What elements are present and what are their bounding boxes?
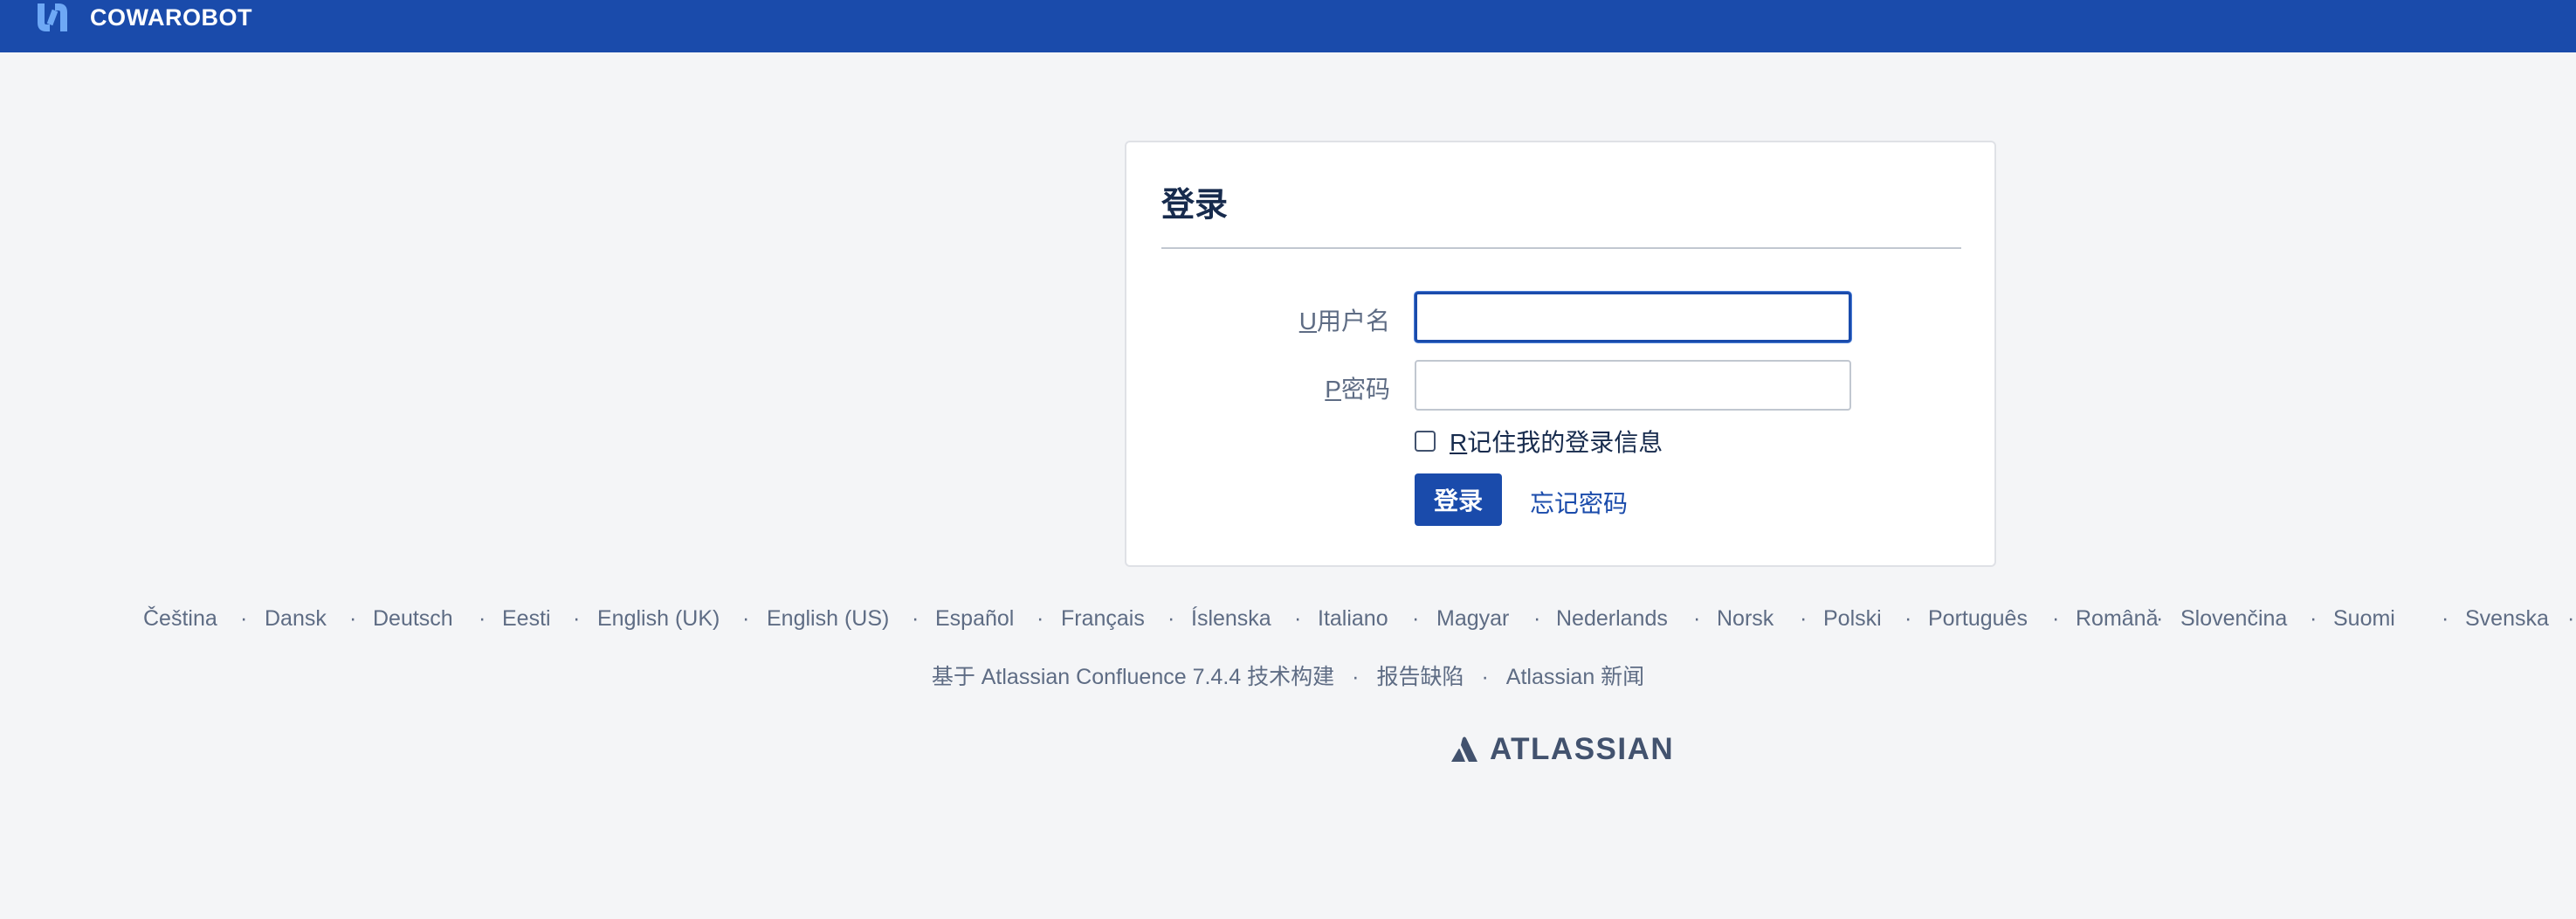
language-link[interactable]: Suomi <box>2333 606 2395 632</box>
language-separator: · <box>912 606 920 631</box>
language-separator: · <box>742 606 750 631</box>
password-label-text: 密码 <box>1340 376 1390 403</box>
language-separator: · <box>1167 606 1175 631</box>
login-panel: 登录 U用户名 P密码 R记住我的登录信息 登录 忘记密码 <box>1125 141 1996 567</box>
remember-me-checkbox[interactable] <box>1415 431 1436 452</box>
language-separator: · <box>2052 606 2060 631</box>
language-separator: · <box>1693 606 1701 631</box>
username-label-text: 用户名 <box>1316 307 1390 335</box>
language-link[interactable]: Italiano <box>1318 606 1388 632</box>
language-link[interactable]: Svenska <box>2465 606 2549 632</box>
language-selector-bar: Čeština · Dansk · Deutsch · Eesti · Engl… <box>0 606 2576 638</box>
language-separator: · <box>1800 606 1808 631</box>
footer-separator: · <box>1352 665 1360 689</box>
footer-separator: · <box>1481 665 1489 689</box>
atlassian-wordmark: ATLASSIAN <box>1490 732 1675 766</box>
language-separator: · <box>2442 606 2449 631</box>
username-accesskey: U <box>1298 307 1317 335</box>
language-link[interactable]: Nederlands <box>1556 606 1668 632</box>
atlassian-logo-icon <box>1451 736 1477 762</box>
powered-by-link[interactable]: 基于 Atlassian Confluence 7.4.4 技术构建 <box>932 665 1334 689</box>
footer-links: 基于 Atlassian Confluence 7.4.4 技术构建 · 报告缺陷 ·… <box>0 660 2576 691</box>
username-input[interactable] <box>1415 292 1851 342</box>
language-separator: · <box>240 606 248 631</box>
language-separator: · <box>1904 606 1912 631</box>
title-divider <box>1161 247 1961 249</box>
language-link[interactable]: Français <box>1061 606 1145 632</box>
language-separator: · <box>2310 606 2318 631</box>
language-link[interactable]: English (US) <box>767 606 889 632</box>
language-link[interactable]: Magyar <box>1436 606 1509 632</box>
brand-name[interactable]: COWAROBOT <box>90 4 252 31</box>
language-separator: · <box>2156 606 2164 631</box>
language-link[interactable]: Deutsch <box>373 606 453 632</box>
language-separator: · <box>1294 606 1302 631</box>
login-button[interactable]: 登录 <box>1415 473 1502 526</box>
language-link[interactable]: Norsk <box>1717 606 1774 632</box>
password-label: P密码 <box>1126 370 1390 405</box>
cowarobot-logo-icon[interactable] <box>32 0 72 37</box>
language-link[interactable]: Čeština <box>143 606 217 632</box>
remember-me-row: R记住我的登录信息 <box>1415 424 1663 459</box>
password-accesskey: P <box>1325 376 1341 403</box>
password-input[interactable] <box>1415 360 1851 411</box>
language-link[interactable]: Íslenska <box>1191 606 1271 632</box>
remember-me-label[interactable]: R记住我的登录信息 <box>1450 424 1663 459</box>
top-navigation-bar: COWAROBOT <box>0 0 2576 52</box>
login-title: 登录 <box>1161 187 1229 224</box>
language-link[interactable]: English (UK) <box>597 606 720 632</box>
language-link[interactable]: Română <box>2076 606 2159 632</box>
language-link[interactable]: Español <box>935 606 1014 632</box>
language-link[interactable]: Português <box>1928 606 2028 632</box>
language-separator: · <box>573 606 581 631</box>
atlassian-news-link[interactable]: Atlassian 新闻 <box>1506 665 1644 689</box>
language-separator: · <box>479 606 486 631</box>
language-separator: · <box>349 606 357 631</box>
language-separator: · <box>2567 606 2575 631</box>
atlassian-logo[interactable]: ATLASSIAN <box>1450 732 1674 767</box>
language-separator: · <box>1412 606 1420 631</box>
language-separator: · <box>1533 606 1541 631</box>
language-link[interactable]: Dansk <box>265 606 327 632</box>
remember-label-text: 记住我的登录信息 <box>1467 429 1663 456</box>
language-link[interactable]: Slovenčina <box>2180 606 2287 632</box>
language-link[interactable]: Eesti <box>502 606 551 632</box>
username-label: U用户名 <box>1126 302 1390 337</box>
forgot-password-link[interactable]: 忘记密码 <box>1530 485 1628 520</box>
language-separator: · <box>1037 606 1044 631</box>
language-link[interactable]: Polski <box>1823 606 1882 632</box>
report-bug-link[interactable]: 报告缺陷 <box>1376 665 1464 689</box>
remember-accesskey: R <box>1450 429 1468 456</box>
